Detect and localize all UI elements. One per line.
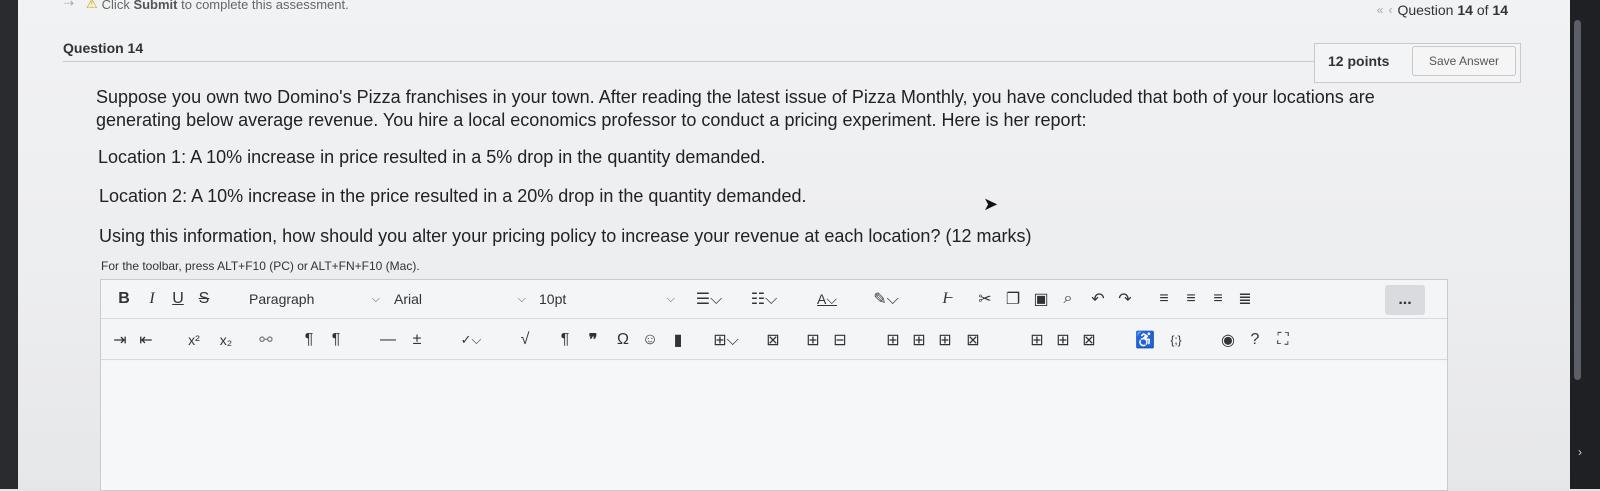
question-navigator: « ‹ Question 14 of 14 [1377,2,1508,18]
align-center-icon[interactable]: ≡ [1179,284,1203,314]
subscript-button[interactable]: x₂ [213,325,239,355]
location-2-text: Location 2: A 10% increase in the price … [99,186,807,206]
points-value: 12 points [1328,53,1390,69]
bold-button[interactable]: B [113,284,135,314]
question-intro: Suppose you own two Domino's Pizza franc… [96,87,1375,130]
notice-text: Click Submit to complete this assessment… [101,0,349,12]
question-prompt: Using this information, how should you a… [99,226,1032,246]
table-props-icon[interactable]: ⊞ [1025,325,1049,355]
paragraph-label: Paragraph [249,291,315,307]
quote-icon[interactable]: ❞ [581,325,605,355]
font-family-select[interactable]: Arial ⌵ [394,284,530,314]
align-right-icon[interactable]: ≡ [1206,284,1230,314]
fullscreen-icon[interactable]: ⛶ [1271,325,1295,355]
table-split-icon[interactable]: ⊞ [933,325,957,355]
chevron-double-left-icon[interactable]: « [1377,3,1384,17]
table-col-icon[interactable]: ⊟ [828,325,852,355]
cut-icon[interactable]: ✂ [973,284,997,314]
mouse-cursor: ➤ [983,194,999,214]
back-arrow-icon: ⇢ [64,0,75,10]
code-icon[interactable]: {;} [1161,325,1191,355]
emoji-icon[interactable]: ☺ [638,325,662,355]
chevron-down-icon: ⌵ [517,292,526,305]
assessment-page: ⇢ ⚠ Click Submit to complete this assess… [18,0,1570,491]
table-insert-icon[interactable]: ⊞ [881,325,905,355]
chevron-down-icon: ⌵ [371,292,380,305]
redo-icon[interactable]: ↷ [1113,284,1137,314]
question-title: Question 14 [63,40,144,56]
rich-text-editor: B I U S Paragraph ⌵ Arial ⌵ 10pt ⌵ ☰⌵ ☷⌵ A⌵… [100,279,1448,491]
font-size-select[interactable]: 10pt ⌵ [539,284,679,314]
strikethrough-button[interactable]: S [193,284,215,314]
plus-minus-icon[interactable]: ± [404,325,430,355]
toolbar-hint: For the toolbar, press ALT+F10 (PC) or A… [101,259,420,273]
table-cell-icon[interactable]: ⊠ [961,325,985,355]
ltr-icon[interactable]: ¶ [296,325,322,355]
chevron-down-icon: ⌵ [666,292,675,305]
save-answer-button[interactable]: Save Answer [1412,46,1516,76]
font-size-label: 10pt [539,291,567,307]
highlight-icon[interactable]: ✎⌵ [866,284,906,314]
paste-icon[interactable]: ▣ [1029,284,1053,314]
horizontal-rule-icon[interactable]: — [376,325,400,355]
search-icon[interactable]: ⌕ [1056,284,1080,314]
link-icon[interactable]: ⚯ [253,325,279,355]
question-divider [63,61,1518,62]
italic-button[interactable]: I [141,284,163,314]
math-icon[interactable]: √ [513,325,537,355]
undo-icon[interactable]: ↶ [1086,284,1110,314]
question-position: Question 14 of 14 [1397,2,1508,18]
superscript-button[interactable]: x² [181,325,207,355]
underline-button[interactable]: U [167,284,189,314]
copy-icon[interactable]: ❐ [1001,284,1025,314]
font-label: Arial [394,291,423,307]
answer-text-area[interactable] [101,362,1447,490]
screen-bezel-left [0,0,18,489]
clear-format-icon[interactable]: I̶ [933,284,957,314]
location-1-text: Location 1: A 10% increase in price resu… [98,147,766,167]
text-color-icon[interactable]: A⌵ [807,284,847,314]
paragraph-select[interactable]: Paragraph ⌵ [249,284,384,314]
help-icon[interactable]: ? [1243,325,1267,355]
bullet-list-icon[interactable]: ☰⌵ [689,284,729,314]
toolbar-row-2: ⇥ ⇤ x² x₂ ⚯ ¶ ¶ — ± ✓⌵ √ ¶ ❞ Ω ☺ ▮ ⊞⌵ ⊠ … [101,321,1447,360]
indent-icon[interactable]: ⇥ [109,325,131,355]
table-cols-icon[interactable]: ⊞ [1051,325,1075,355]
table-remove-icon[interactable]: ⊠ [1077,325,1101,355]
accessibility-icon[interactable]: ♿ [1133,325,1157,355]
preview-icon[interactable]: ◉ [1216,325,1240,355]
omega-icon[interactable]: Ω [611,325,635,355]
toolbar-row-1: B I U S Paragraph ⌵ Arial ⌵ 10pt ⌵ ☰⌵ ☷⌵ A⌵… [101,280,1447,319]
table-delete-icon[interactable]: ⊠ [761,325,785,355]
spellcheck-icon[interactable]: ✓⌵ [451,325,491,355]
outdent-icon[interactable]: ⇤ [135,325,157,355]
screen-bezel-right: › [1570,0,1600,489]
rtl-icon[interactable]: ¶ [323,325,349,355]
table-merge-icon[interactable]: ⊞ [907,325,931,355]
numbered-list-icon[interactable]: ☷⌵ [744,284,784,314]
bookmark-icon[interactable]: ▮ [666,325,690,355]
top-bar: ⇢ ⚠ Click Submit to complete this assess… [18,0,1570,18]
justify-icon[interactable]: ≣ [1233,284,1257,314]
warning-icon: ⚠ [86,0,98,11]
chevron-right-icon: › [1578,445,1582,459]
align-left-icon[interactable]: ≡ [1152,284,1176,314]
page-scrollbar[interactable] [1574,20,1581,380]
submit-notice: ⇢ ⚠ Click Submit to complete this assess… [64,0,349,12]
table-icon[interactable]: ⊞⌵ [706,325,746,355]
chevron-left-icon[interactable]: ‹ [1388,3,1392,17]
table-row-icon[interactable]: ⊞ [801,325,825,355]
pilcrow-icon[interactable]: ¶ [553,325,577,355]
more-tools-button[interactable]: ... [1385,285,1425,315]
